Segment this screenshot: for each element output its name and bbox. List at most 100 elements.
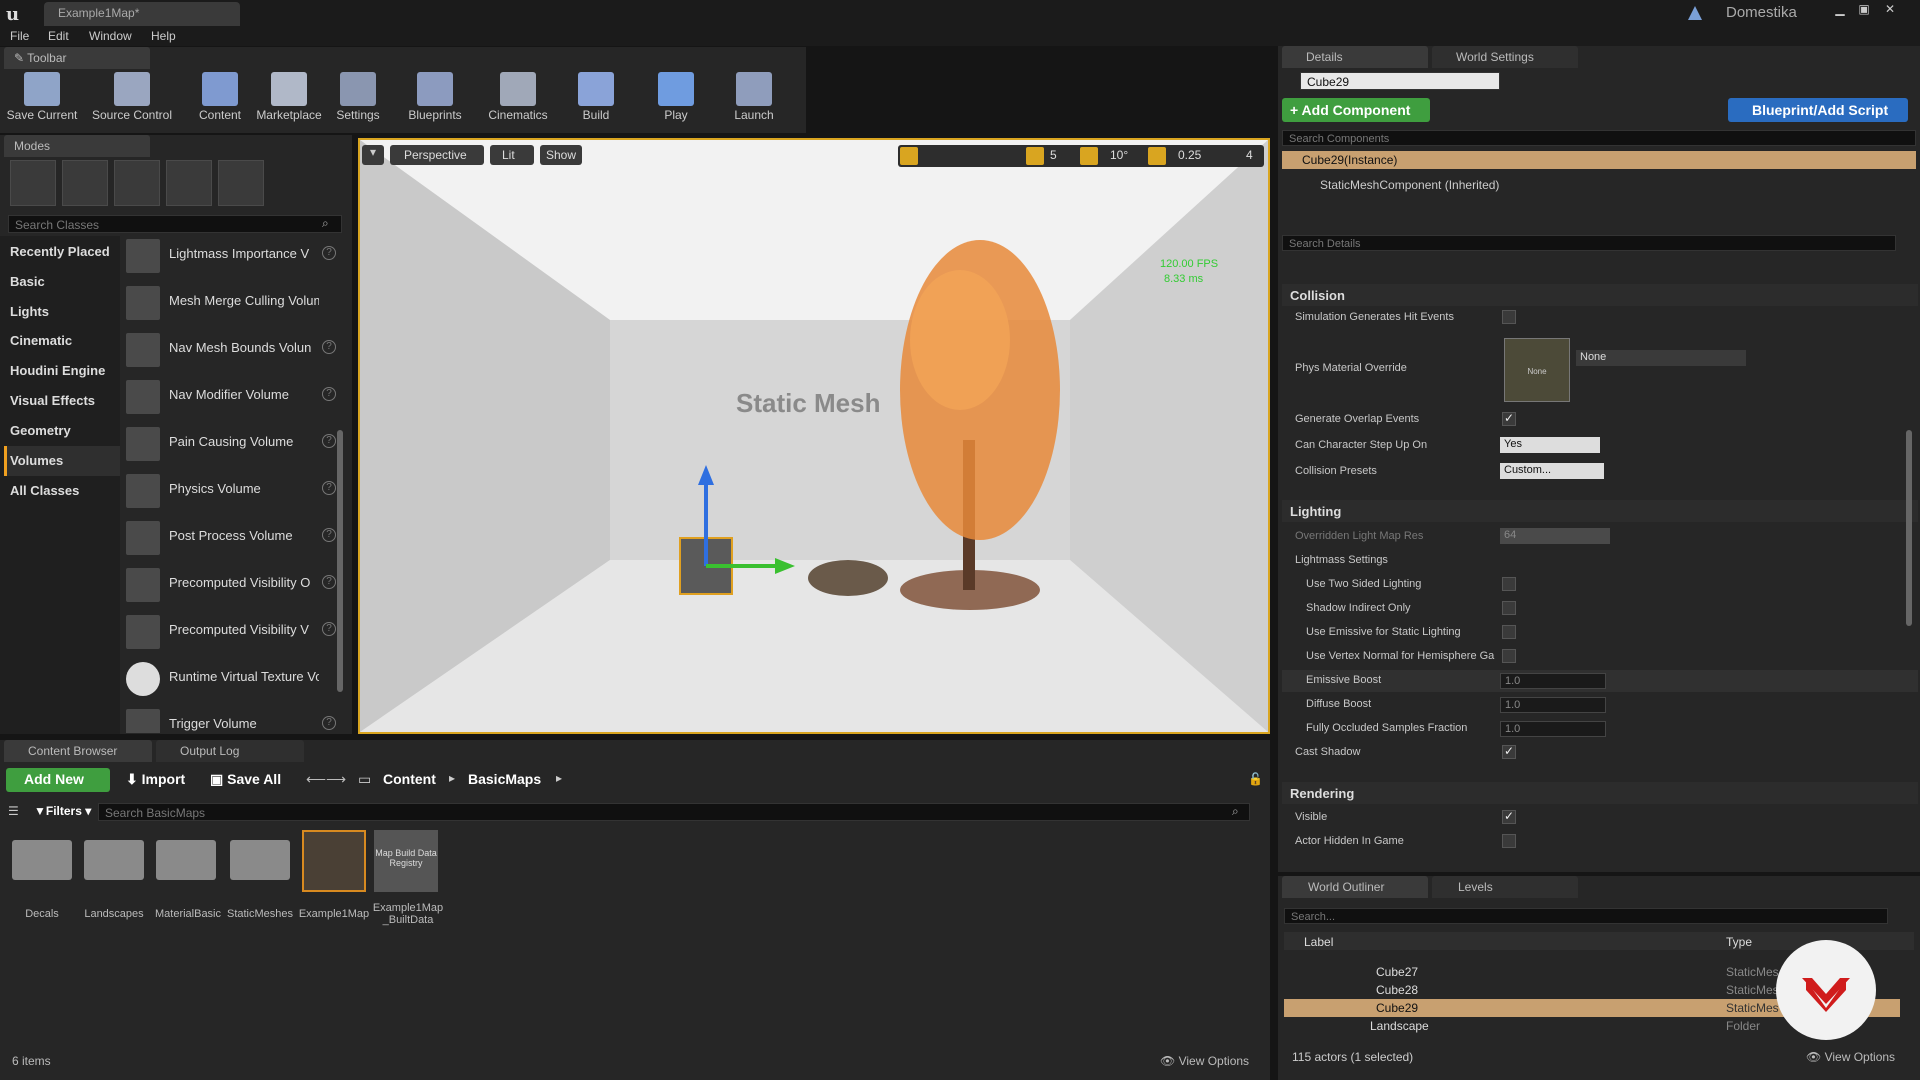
folder-staticmeshes-icon[interactable]: [230, 840, 290, 880]
list-item[interactable]: Pain Causing Volume?: [126, 421, 336, 465]
list-item[interactable]: Post Process Volume?: [126, 515, 336, 559]
rotation-snap-value[interactable]: 10°: [1110, 148, 1128, 162]
help-icon[interactable]: ?: [322, 340, 336, 354]
place-mode-icon[interactable]: [10, 160, 56, 206]
folder-landscapes-icon[interactable]: [84, 840, 144, 880]
checkbox-two-sided[interactable]: [1502, 577, 1516, 591]
folder-materialbasic-icon[interactable]: [156, 840, 216, 880]
search-basicmaps-input[interactable]: Search BasicMaps: [98, 803, 1250, 821]
modes-scrollbar[interactable]: [337, 430, 343, 692]
category-recently-placed[interactable]: Recently Placed: [10, 244, 110, 259]
list-item[interactable]: Runtime Virtual Texture Volu: [126, 656, 336, 700]
settings-button[interactable]: Settings: [330, 72, 386, 130]
scale-snap-icon[interactable]: [1148, 147, 1166, 165]
add-component-button[interactable]: + Add Component: [1282, 98, 1430, 122]
prop-lightmass-settings[interactable]: Lightmass Settings: [1295, 554, 1388, 566]
back-icon[interactable]: ⟵: [306, 771, 326, 788]
geometry-mode-icon[interactable]: [218, 160, 264, 206]
close-icon[interactable]: ✕: [1878, 2, 1902, 20]
search-details-input[interactable]: Search Details: [1282, 235, 1896, 251]
blueprint-add-script-button[interactable]: Blueprint/Add Script: [1728, 98, 1908, 122]
details-scrollbar[interactable]: [1906, 430, 1912, 626]
help-icon[interactable]: ?: [322, 716, 336, 730]
save-all-button[interactable]: ▣ Save All: [210, 771, 281, 788]
view-options-button[interactable]: 👁 View Options: [1160, 1054, 1249, 1068]
list-item[interactable]: Precomputed Visibility V?: [126, 609, 336, 653]
phys-material-thumbnail[interactable]: None: [1504, 338, 1570, 402]
table-row[interactable]: Landscape: [1370, 1019, 1429, 1033]
menu-edit[interactable]: Edit: [48, 29, 69, 43]
category-visual-effects[interactable]: Visual Effects: [10, 393, 95, 408]
grid-size[interactable]: 5: [1050, 148, 1057, 162]
tab-world-outliner[interactable]: World Outliner: [1282, 876, 1428, 898]
step-up-dropdown[interactable]: Yes: [1500, 437, 1600, 453]
list-item[interactable]: Mesh Merge Culling Volume: [126, 280, 336, 324]
map-build-data-thumbnail[interactable]: Map Build Data Registry: [374, 830, 438, 892]
example1map-thumbnail[interactable]: [302, 830, 366, 892]
tab-content-browser[interactable]: Content Browser: [4, 740, 152, 762]
grid-snap-icon[interactable]: [1026, 147, 1044, 165]
tab-output-log[interactable]: Output Log: [156, 740, 304, 762]
launch-button[interactable]: Launch: [726, 72, 782, 130]
map-tab[interactable]: Example1Map*: [44, 2, 240, 26]
col-type[interactable]: Type: [1726, 935, 1752, 949]
foliage-mode-icon[interactable]: [166, 160, 212, 206]
save-current-button[interactable]: Save Current: [2, 72, 82, 130]
help-icon[interactable]: ?: [322, 622, 336, 636]
viewport-options-dropdown[interactable]: ▾: [362, 145, 384, 165]
checkbox-emissive-static[interactable]: [1502, 625, 1516, 639]
list-item[interactable]: Precomputed Visibility O?: [126, 562, 336, 606]
emissive-boost-input[interactable]: 1.0: [1500, 673, 1606, 689]
camera-speed[interactable]: 4: [1246, 148, 1253, 162]
menu-help[interactable]: Help: [151, 29, 176, 43]
category-lights[interactable]: Lights: [10, 304, 49, 319]
table-row[interactable]: Cube29: [1376, 1001, 1418, 1015]
category-cinematic[interactable]: Cinematic: [10, 333, 72, 348]
category-volumes[interactable]: Volumes: [10, 453, 63, 468]
checkbox-cast-shadow[interactable]: [1502, 744, 1516, 759]
help-icon[interactable]: ?: [322, 434, 336, 448]
help-icon[interactable]: ?: [322, 387, 336, 401]
actor-name-input[interactable]: Cube29: [1300, 72, 1500, 90]
col-label[interactable]: Label: [1304, 935, 1333, 949]
list-item[interactable]: Trigger Volume?: [126, 703, 336, 733]
cinematics-button[interactable]: Cinematics: [480, 72, 556, 130]
tab-levels[interactable]: Levels: [1432, 876, 1578, 898]
rotation-snap-icon[interactable]: [1080, 147, 1098, 165]
search-components-input[interactable]: Search Components: [1282, 130, 1916, 146]
category-houdini-engine[interactable]: Houdini Engine: [10, 363, 105, 378]
source-control-button[interactable]: Source Control: [86, 72, 178, 130]
section-lighting[interactable]: Lighting: [1282, 500, 1918, 522]
lock-icon[interactable]: 🔓: [1248, 772, 1263, 786]
help-icon[interactable]: ?: [322, 481, 336, 495]
table-row[interactable]: Cube28: [1376, 983, 1418, 997]
diffuse-boost-input[interactable]: 1.0: [1500, 697, 1606, 713]
lightmap-res-input[interactable]: 64: [1500, 528, 1610, 544]
tab-toolbar[interactable]: ✎ Toolbar: [4, 47, 150, 69]
section-collision[interactable]: Collision: [1282, 284, 1918, 306]
help-icon[interactable]: ?: [322, 528, 336, 542]
instance-row[interactable]: Cube29(Instance): [1282, 151, 1916, 169]
table-row[interactable]: Cube27: [1376, 965, 1418, 979]
lit-button[interactable]: Lit: [490, 145, 534, 165]
minimize-icon[interactable]: ▁: [1828, 2, 1852, 20]
blueprints-button[interactable]: Blueprints: [400, 72, 470, 130]
filters-button[interactable]: ▼Filters ▾: [34, 804, 91, 818]
help-icon[interactable]: ?: [322, 246, 336, 260]
outliner-search-input[interactable]: Search...: [1284, 908, 1888, 924]
menu-file[interactable]: File: [10, 29, 29, 43]
list-item[interactable]: Nav Mesh Bounds Volun?: [126, 327, 336, 371]
list-item[interactable]: Physics Volume?: [126, 468, 336, 512]
tab-modes[interactable]: Modes: [4, 135, 150, 157]
breadcrumb-content[interactable]: Content: [383, 771, 436, 787]
forward-icon[interactable]: ⟶: [326, 771, 346, 788]
tab-world-settings[interactable]: World Settings: [1432, 46, 1578, 68]
list-item[interactable]: Nav Modifier Volume?: [126, 374, 336, 418]
category-basic[interactable]: Basic: [10, 274, 45, 289]
help-icon[interactable]: ?: [322, 575, 336, 589]
landscape-mode-icon[interactable]: [114, 160, 160, 206]
menu-window[interactable]: Window: [89, 29, 132, 43]
occluded-fraction-input[interactable]: 1.0: [1500, 721, 1606, 737]
import-button[interactable]: ⬇ Import: [126, 771, 185, 788]
checkbox-actor-hidden[interactable]: [1502, 834, 1516, 848]
